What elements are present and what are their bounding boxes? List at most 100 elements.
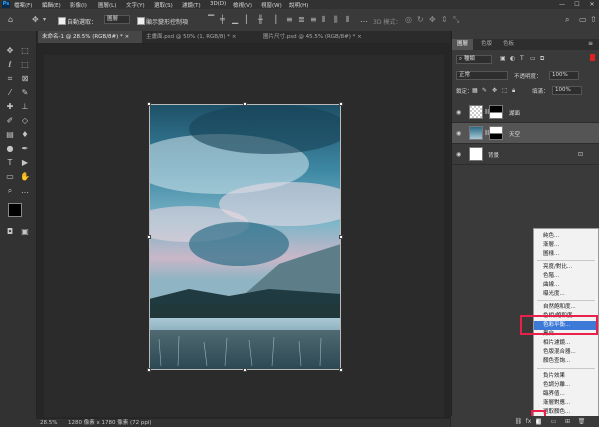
move-tool-icon[interactable]: ✥ (5, 46, 15, 56)
align-left-icon[interactable]: ▏ (246, 15, 252, 25)
layer-mask-thumbnail[interactable] (489, 126, 503, 140)
workspace-icon[interactable]: ▭ (579, 15, 587, 25)
menu-item-brightness-contrast[interactable]: 亮度/對比... (534, 263, 598, 272)
layer-style-icon[interactable]: fx (524, 417, 533, 426)
visibility-eye-icon[interactable]: ◉ (456, 109, 461, 116)
menu-item-photo-filter[interactable]: 相片濾鏡... (534, 339, 598, 348)
blur-tool-icon[interactable]: ♦ (20, 130, 30, 140)
new-layer-icon[interactable]: ⊞ (563, 417, 572, 426)
healing-brush-icon[interactable]: ✚ (5, 102, 15, 112)
minimize-button[interactable]: — (557, 0, 567, 9)
menu-item-gradient-map[interactable]: 漸層對應... (534, 399, 598, 408)
menu-select[interactable]: 選取(S) (154, 1, 173, 9)
menu-image[interactable]: 影像(I) (70, 1, 87, 9)
layer-row-lake[interactable]: ◉ ⛓ 湖面 (452, 102, 599, 123)
align-bottom-icon[interactable]: ▁ (232, 15, 238, 25)
menu-3d[interactable]: 3D(D) (210, 1, 226, 7)
show-transform-checkbox[interactable] (137, 17, 145, 25)
brush-tool-icon[interactable]: ✎ (20, 88, 30, 98)
3d-pan-icon[interactable]: ✥ (429, 15, 436, 25)
3d-scale-icon[interactable]: ⤡ (453, 15, 459, 25)
filter-smart-icon[interactable]: ⧉ (540, 55, 544, 63)
distribute-middle-icon[interactable]: ≣ (298, 15, 305, 25)
layer-row-background[interactable]: ◉ 背景 ⊡ (452, 144, 599, 165)
3d-orbit-icon[interactable]: ◎ (405, 15, 412, 25)
move-tool-icon[interactable]: ✥ (32, 15, 39, 25)
distribute-bottom-icon[interactable]: ≡ (310, 15, 317, 25)
transform-handle[interactable] (147, 368, 151, 372)
lock-transparent-icon[interactable]: ▦ (472, 87, 478, 94)
tab-close-icon[interactable]: × (357, 34, 362, 40)
menu-item-gradient[interactable]: 漸層... (534, 241, 598, 250)
transform-handle[interactable] (339, 102, 343, 106)
menu-item-threshold[interactable]: 臨界值... (534, 390, 598, 399)
artboard-tool-icon[interactable]: ⬚ (20, 46, 30, 56)
panel-menu-icon[interactable]: ≡ (588, 40, 593, 47)
filter-adjust-icon[interactable]: ◐ (510, 55, 515, 62)
layer-mask-thumbnail[interactable] (489, 105, 503, 119)
align-center-icon[interactable]: ╫ (258, 15, 263, 25)
filter-type-icon[interactable]: T (520, 55, 524, 62)
filter-pixel-icon[interactable]: ▣ (500, 55, 506, 62)
tab-layers[interactable]: 圖層 (452, 39, 474, 50)
dodge-tool-icon[interactable]: ● (5, 144, 15, 154)
screen-mode-icon[interactable]: ▣ (20, 227, 30, 237)
type-tool-icon[interactable]: T (5, 158, 15, 168)
link-layers-icon[interactable]: ⛓ (514, 417, 523, 426)
layer-filter-dropdown[interactable]: ⌕ 種類 (456, 55, 492, 64)
tab-close-icon[interactable]: × (232, 34, 237, 40)
transform-handle[interactable] (147, 235, 151, 239)
share-icon[interactable]: ⇧ (590, 15, 597, 25)
lock-all-icon[interactable]: 🔒︎ (512, 87, 515, 95)
tab-channels[interactable]: 色版 (476, 39, 497, 50)
close-window-button[interactable]: ✕ (587, 0, 597, 9)
chevron-down-icon[interactable]: ▾ (43, 15, 46, 25)
menu-item-invert[interactable]: 負片效果 (534, 372, 598, 381)
menu-item-color-lookup[interactable]: 顏色查詢... (534, 357, 598, 366)
menu-item-posterize[interactable]: 色調分離... (534, 381, 598, 390)
layer-name[interactable]: 湖面 (509, 109, 520, 117)
3d-roll-icon[interactable]: ↻ (417, 15, 424, 25)
menu-file[interactable]: 檔案(F) (14, 1, 32, 9)
eraser-tool-icon[interactable]: ◇ (20, 116, 30, 126)
tab-document-3[interactable]: 圖片尺寸.psd @ 45.5% (RGB/8#) * × (259, 31, 388, 43)
home-icon[interactable]: ⌂ (8, 15, 13, 25)
tab-swatches[interactable]: 色板 (498, 39, 519, 50)
lock-artboard-icon[interactable]: ⬚ (502, 87, 508, 94)
search-icon[interactable]: ⌕ (565, 15, 569, 25)
3d-slide-icon[interactable]: ⇕ (441, 15, 448, 25)
gradient-tool-icon[interactable]: ▤ (5, 130, 15, 140)
menu-filter[interactable]: 濾鏡(T) (182, 1, 201, 9)
auto-select-target-dropdown[interactable]: 圖層 (104, 15, 130, 24)
quick-mask-icon[interactable]: ◘ (5, 227, 15, 237)
fill-input[interactable]: 100% (552, 86, 582, 95)
foreground-color-swatch[interactable] (8, 203, 22, 217)
lock-pixels-icon[interactable]: ✎ (482, 87, 487, 94)
layer-name[interactable]: 背景 (488, 151, 499, 159)
tab-close-icon[interactable]: × (125, 34, 130, 40)
eyedropper-tool-icon[interactable]: ⁄ (5, 88, 15, 98)
distribute-right-icon[interactable]: ⫴ (346, 15, 349, 25)
crop-tool-icon[interactable]: ⌗ (5, 74, 15, 84)
marquee-tool-icon[interactable]: ⬚ (20, 60, 30, 70)
zoom-level[interactable]: 28.5% (40, 419, 57, 427)
menu-item-channel-mixer[interactable]: 色版混合器... (534, 348, 598, 357)
align-top-icon[interactable]: ▔ (208, 15, 214, 25)
transform-handle[interactable] (147, 102, 151, 106)
delete-layer-icon[interactable]: 🗑︎ (577, 417, 586, 426)
new-group-icon[interactable]: ▭ (549, 417, 558, 426)
more-options-icon[interactable]: … (360, 15, 368, 25)
lasso-tool-icon[interactable]: ℓ (5, 60, 15, 70)
menu-item-curves[interactable]: 曲線... (534, 281, 598, 290)
pen-tool-icon[interactable]: ✒ (20, 144, 30, 154)
tab-document-1[interactable]: 未命名-1 @ 28.5% (RGB/8#) * × (38, 31, 142, 43)
align-middle-icon[interactable]: ╪ (220, 15, 225, 25)
menu-item-solid-color[interactable]: 純色... (534, 232, 598, 241)
menu-type[interactable]: 文字(Y) (126, 1, 145, 9)
menu-layer[interactable]: 圖層(L) (98, 1, 116, 9)
transform-handle[interactable] (243, 368, 247, 372)
filter-shape-icon[interactable]: ▭ (530, 55, 536, 62)
frame-tool-icon[interactable]: ⊠ (20, 74, 30, 84)
menu-item-levels[interactable]: 色階... (534, 272, 598, 281)
layer-row-sky[interactable]: ◉ ⛓ 天空 (452, 123, 599, 144)
